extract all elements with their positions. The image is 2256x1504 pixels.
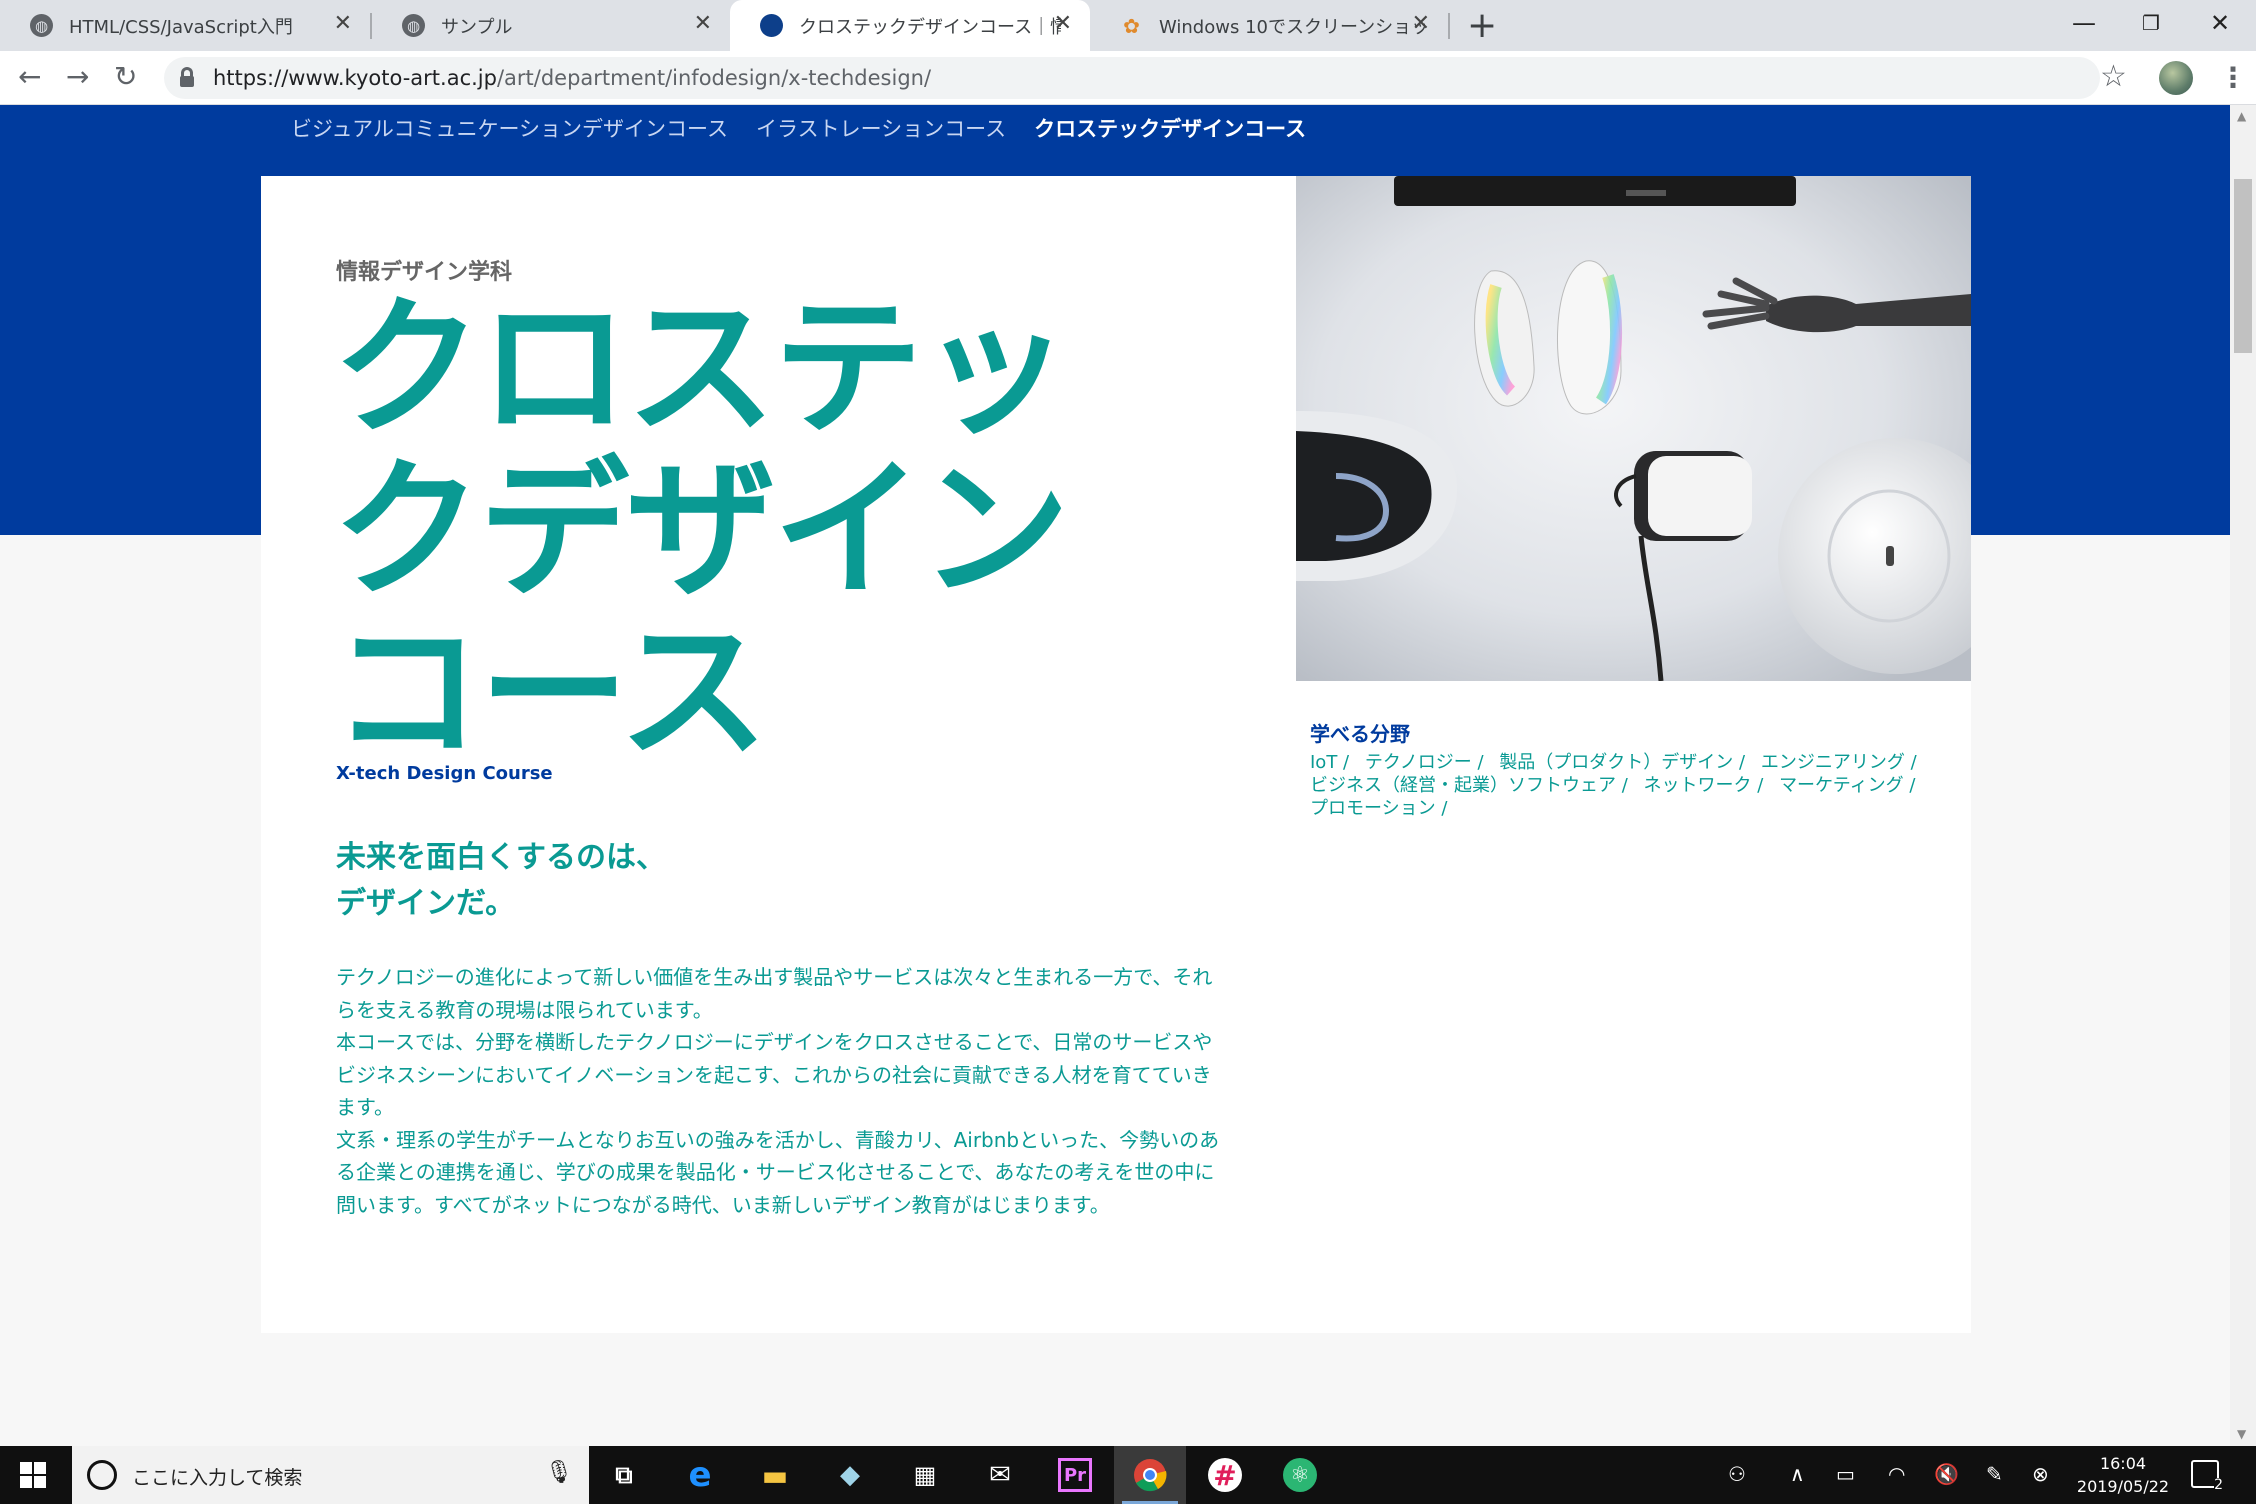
notification-count: 2 [2214, 1477, 2223, 1493]
chrome-logo-icon [1134, 1459, 1167, 1492]
new-tab-button[interactable]: + [1467, 6, 1497, 46]
browser-tab[interactable]: ◍ HTML/CSS/JavaScript入門 ✕ [0, 0, 370, 51]
wifi-icon[interactable]: ◠ [1888, 1462, 1905, 1486]
study-fields: 学べる分野 IoT テクノロジー 製品（プロダクト）デザイン エンジニアリング … [1310, 718, 1950, 820]
slack-icon[interactable]: # [1208, 1458, 1242, 1492]
atom-icon[interactable]: ⚛ [1283, 1458, 1317, 1492]
globe-icon: ◍ [30, 14, 53, 37]
store-icon[interactable]: ▦ [908, 1458, 942, 1492]
notification-center-icon[interactable]: 2 [2191, 1460, 2223, 1492]
search-placeholder: ここに入力して検索 [132, 1467, 303, 1489]
page-scrollbar[interactable]: ▲ ▼ [2230, 105, 2256, 1446]
tree-icon: ✿ [1123, 13, 1140, 38]
notes-app-icon[interactable]: ◆ [833, 1458, 867, 1492]
browser-menu-icon[interactable]: ⋮ [2219, 60, 2247, 96]
scroll-up-arrow-icon[interactable]: ▲ [2237, 109, 2246, 123]
browser-tab[interactable]: ✿ Windows 10でスクリーンショットを撮 ✕ [1090, 0, 1448, 51]
minimize-button[interactable]: — [2072, 6, 2096, 40]
back-arrow-icon[interactable]: ← [18, 59, 41, 95]
battery-icon[interactable]: ▭ [1836, 1462, 1855, 1486]
status-x-icon[interactable]: ⊗ [2032, 1462, 2049, 1486]
field-item[interactable]: エンジニアリング [1761, 752, 1917, 773]
catch-copy-line: デザインだ。 [336, 886, 516, 921]
course-description: テクノロジーの進化によって新しい価値を生み出す製品やサービスは次々と生まれる一方… [336, 961, 1226, 1221]
windows-taskbar: ここに入力して検索 🎙 ⧉ e ▬ ◆ ▦ ✉ Pr # ⚛ ⚇ ∧ ▭ ◠ 🔇… [0, 1446, 2256, 1504]
browser-tab[interactable]: ◍ サンプル ✕ [372, 0, 730, 51]
tab-title: Windows 10でスクリーンショットを撮 [1159, 16, 1425, 38]
hero-photo [1296, 176, 1971, 681]
subnav-illustration[interactable]: イラストレーションコース [756, 113, 1006, 143]
description-paragraph: 文系・理系の学生がチームとなりお互いの強みを活かし、青酸カリ、Airbnbといっ… [336, 1127, 1220, 1217]
field-item[interactable]: ネットワーク [1644, 775, 1764, 796]
page-viewport: ビジュアルコミュニケーションデザインコース イラストレーションコース クロステッ… [0, 105, 2230, 1446]
description-paragraph: 本コースでは、分野を横断したテクノロジーにデザインをクロスさせることで、日常のサ… [336, 1030, 1213, 1119]
cortana-icon[interactable] [87, 1460, 117, 1490]
close-tab-icon[interactable]: ✕ [1412, 13, 1430, 35]
page-title: クロステックデザインコース [332, 282, 1070, 780]
profile-avatar[interactable] [2159, 61, 2193, 95]
close-tab-icon[interactable]: ✕ [334, 13, 352, 35]
taskbar-clock[interactable]: 16:04 2019/05/22 [2068, 1452, 2178, 1498]
subnav-visual-communication[interactable]: ビジュアルコミュニケーションデザインコース [291, 113, 728, 143]
study-fields-list: IoT テクノロジー 製品（プロダクト）デザイン エンジニアリング ビジネス（経… [1310, 751, 1950, 820]
file-explorer-icon[interactable]: ▬ [758, 1458, 792, 1492]
tray-chevron-up-icon[interactable]: ∧ [1790, 1462, 1805, 1486]
premiere-icon[interactable]: Pr [1058, 1458, 1092, 1492]
lock-icon[interactable] [180, 67, 194, 87]
forward-arrow-icon[interactable]: → [66, 59, 89, 95]
close-tab-icon[interactable]: ✕ [694, 13, 712, 35]
close-tab-icon[interactable]: ✕ [1054, 13, 1072, 35]
tab-title: クロステックデザインコース｜情報デザ [799, 16, 1061, 38]
catch-copy-line: 未来を面白くするのは、 [336, 840, 666, 875]
browser-tab-active[interactable]: クロステックデザインコース｜情報デザ ✕ [730, 0, 1090, 51]
bookmark-star-icon[interactable]: ☆ [2100, 59, 2127, 95]
clock-time: 16:04 [2099, 1454, 2147, 1473]
address-bar[interactable]: https://www.kyoto-art.ac.jp/art/departme… [164, 57, 2100, 99]
mail-icon[interactable]: ✉ [983, 1458, 1017, 1492]
close-window-button[interactable]: ✕ [2210, 6, 2230, 40]
edge-icon[interactable]: e [683, 1455, 717, 1495]
microphone-icon[interactable]: 🎙 [545, 1460, 573, 1485]
field-item[interactable]: マーケティング [1779, 775, 1915, 796]
url-text[interactable]: https://www.kyoto-art.ac.jp/art/departme… [213, 66, 931, 90]
restore-button[interactable]: ❐ [2142, 6, 2160, 40]
pen-icon[interactable]: ✎ [1986, 1462, 2003, 1486]
kyoto-art-icon [760, 14, 783, 37]
subnav-x-tech-design[interactable]: クロステックデザインコース [1034, 113, 1306, 143]
field-item[interactable]: ビジネス（経営・起業）ソフトウェア [1310, 775, 1628, 796]
task-view-icon[interactable]: ⧉ [607, 1458, 641, 1492]
people-icon[interactable]: ⚇ [1728, 1462, 1746, 1486]
volume-muted-icon[interactable]: 🔇 [1934, 1462, 1959, 1486]
tab-title: サンプル [441, 16, 513, 38]
study-fields-heading: 学べる分野 [1310, 722, 1410, 746]
course-subnav: ビジュアルコミュニケーションデザインコース イラストレーションコース クロステッ… [291, 113, 1306, 143]
clock-date: 2019/05/22 [2076, 1477, 2170, 1496]
catch-copy: 未来を面白くするのは、 デザインだ。 [336, 835, 666, 927]
tab-separator [1448, 13, 1450, 39]
description-paragraph: テクノロジーの進化によって新しい価値を生み出す製品やサービスは次々と生まれる一方… [336, 965, 1213, 1022]
globe-icon: ◍ [402, 14, 425, 37]
taskbar-search-box[interactable]: ここに入力して検索 🎙 [72, 1446, 589, 1504]
field-item[interactable]: IoT [1310, 752, 1349, 773]
field-item[interactable]: プロモーション [1310, 798, 1447, 819]
windows-start-icon[interactable] [20, 1462, 46, 1488]
field-item[interactable]: テクノロジー [1365, 752, 1484, 773]
reload-icon[interactable]: ↻ [114, 59, 137, 95]
tab-title: HTML/CSS/JavaScript入門 [69, 16, 293, 38]
scrollbar-thumb[interactable] [2234, 179, 2252, 353]
browser-toolbar: ← → ↻ https://www.kyoto-art.ac.jp/art/de… [0, 51, 2256, 105]
scroll-down-arrow-icon[interactable]: ▼ [2237, 1427, 2246, 1441]
chrome-icon[interactable] [1122, 1458, 1178, 1504]
browser-tab-strip: ◍ HTML/CSS/JavaScript入門 ✕ ◍ サンプル ✕ クロステッ… [0, 0, 2256, 51]
field-item[interactable]: 製品（プロダクト）デザイン [1499, 752, 1745, 773]
english-title: X-tech Design Course [336, 763, 553, 784]
gadgets-photo-image [1296, 176, 1971, 681]
